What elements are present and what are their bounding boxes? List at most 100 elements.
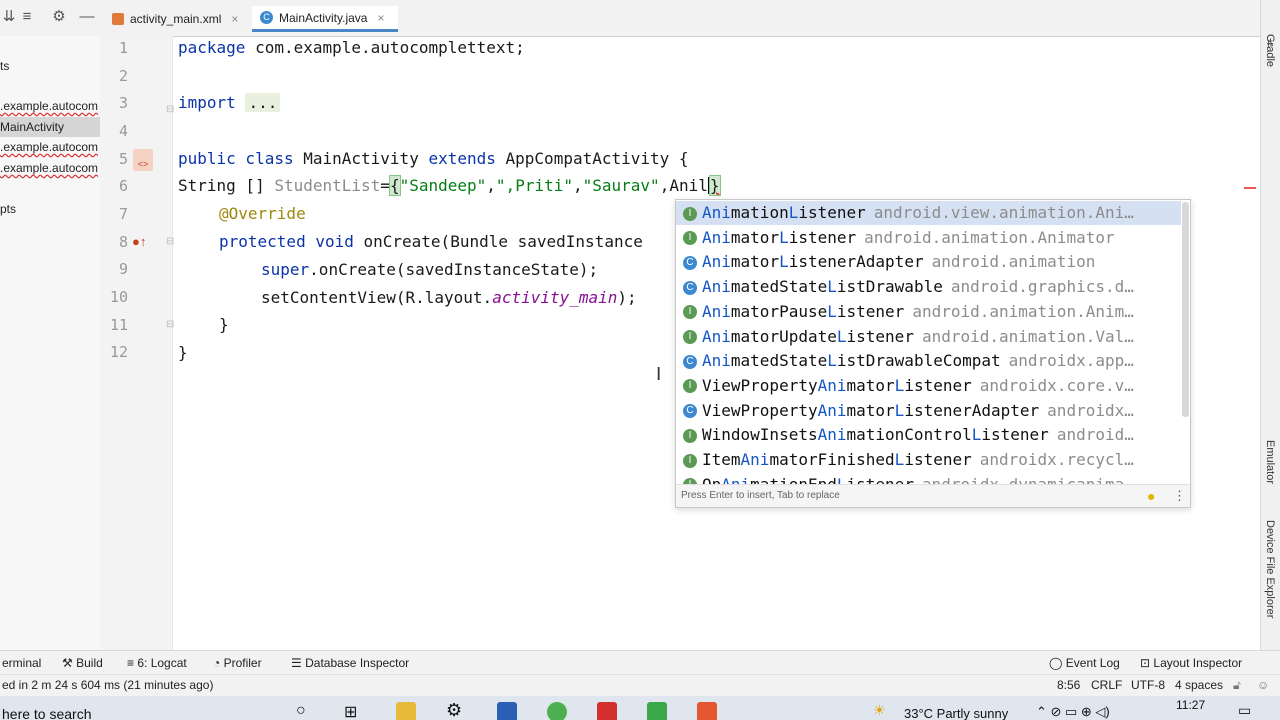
activity-layout-icon[interactable]: <>	[133, 149, 153, 171]
suggestion-package: android.animation.Anim…	[912, 301, 1134, 321]
suggestion-item[interactable]: C ViewPropertyAnimatorListenerAdapter andr…	[676, 399, 1181, 423]
more-options-icon[interactable]: ⋮	[1173, 485, 1186, 507]
name-part: matorFinished	[769, 450, 895, 469]
match-highlight: Ani	[702, 203, 731, 222]
suggestion-package: androidx.core.v…	[979, 375, 1134, 395]
notifications-icon[interactable]: ▭	[1238, 702, 1251, 719]
class-icon: C	[683, 255, 697, 270]
project-tree-item[interactable]: .example.autocom	[0, 96, 98, 116]
tool-window-emulator[interactable]: Emulator	[1264, 440, 1276, 484]
tool-window-database-inspector[interactable]: ☰ Database Inspector	[291, 656, 409, 670]
file-encoding[interactable]: UTF-8	[1131, 678, 1165, 692]
suggestion-item[interactable]: C AnimatedStateListDrawableCompat androidx…	[676, 349, 1181, 373]
suggestion-name: AnimatorUpdateListener	[702, 327, 914, 346]
chrome-icon[interactable]	[547, 702, 567, 720]
settings-gear-icon[interactable]: ⚙	[446, 700, 462, 720]
suggestion-item[interactable]: I AnimatorUpdateListener android.animation…	[676, 325, 1181, 349]
tool-window-gradle[interactable]: Gradle	[1264, 34, 1276, 67]
suggestion-item[interactable]: C AnimatedStateListDrawable android.graphi…	[676, 275, 1181, 299]
fold-marker-icon[interactable]: ⊟	[166, 319, 174, 330]
tool-window-event-log[interactable]: ◯ Event Log	[1049, 656, 1120, 670]
lightbulb-icon[interactable]: ●	[1147, 485, 1155, 507]
close-icon[interactable]: ×	[231, 12, 238, 26]
suggestion-item[interactable]: I AnimatorListener android.animation.Anima…	[676, 226, 1181, 250]
brace: }	[708, 175, 721, 196]
tab-activity-main-xml[interactable]: activity_main.xml ×	[104, 6, 250, 32]
task-view-icon[interactable]: ⊞	[344, 702, 357, 720]
suggestion-item[interactable]: I ViewPropertyAnimatorListener androidx.co…	[676, 374, 1181, 398]
pdf-reader-icon[interactable]	[597, 702, 617, 720]
app-icon[interactable]	[697, 702, 717, 720]
file-explorer-icon[interactable]	[396, 702, 416, 720]
tool-window-terminal[interactable]: erminal	[2, 656, 41, 670]
folded-imports[interactable]: ...	[245, 93, 281, 112]
indent-setting[interactable]: 4 spaces	[1175, 678, 1223, 692]
suggestion-item[interactable]: I WindowInsetsAnimationControlListener and…	[676, 423, 1181, 447]
tool-window-profiler[interactable]: ◔ Profiler	[213, 656, 262, 670]
suggestion-name: ViewPropertyAnimatorListener	[702, 376, 972, 395]
match-highlight: L	[894, 450, 905, 469]
suggestion-item[interactable]: I AnimationListener android.view.animation…	[676, 201, 1181, 225]
status-message[interactable]: ed in 2 m 24 s 604 ms (21 minutes ago)	[2, 678, 213, 692]
android-studio-icon[interactable]	[647, 702, 667, 720]
gear-icon[interactable]: ⚙	[50, 8, 68, 26]
inspector-icon[interactable]: ☺︎	[1257, 678, 1269, 692]
word-icon[interactable]	[497, 702, 517, 720]
fold-marker-icon[interactable]: ⊟	[166, 104, 174, 115]
collapse-all-icon[interactable]: ⇊	[0, 8, 18, 26]
suggestion-item[interactable]: C AnimatorListenerAdapter android.animatio…	[676, 250, 1181, 274]
tool-window-label: Database Inspector	[305, 656, 410, 670]
code-line-8: String [] StudentList={"Sandeep",",Priti…	[178, 175, 721, 196]
suggestion-item[interactable]: I AnimatorPauseListener android.animation.…	[676, 300, 1181, 324]
layout-inspector-icon: ⊡	[1140, 656, 1151, 670]
tool-window-build[interactable]: ⚒ Build	[62, 656, 103, 670]
name-part: mation	[730, 203, 789, 222]
line-number: 5	[118, 150, 128, 168]
override-method-icon[interactable]: ●↑	[132, 234, 146, 249]
tool-window-label: Event Log	[1065, 656, 1120, 670]
annotation: @Override	[219, 204, 306, 223]
project-tree-item-mainactivity[interactable]: MainActivity	[0, 117, 100, 137]
tool-window-layout-inspector[interactable]: ⊡ Layout Inspector	[1140, 656, 1242, 670]
clock-time[interactable]: 11:27	[1176, 698, 1205, 712]
suggestion-package: android.view.animation.Ani…	[873, 203, 1134, 222]
interface-icon: I	[683, 428, 697, 443]
fold-marker-icon[interactable]: ⊟	[166, 236, 174, 247]
filter-icon[interactable]: ≡	[18, 8, 36, 26]
match-highlight: L	[971, 425, 982, 445]
match-highlight: L	[788, 203, 799, 222]
suggestion-name: ItemAnimatorFinishedListener	[702, 450, 972, 469]
close-icon[interactable]: ×	[377, 11, 384, 25]
name-part: istDrawable	[836, 277, 943, 297]
system-tray-icons[interactable]: ⌃ ⊘ ▭ ⊕ ◁)	[1036, 704, 1110, 720]
suggestion-item[interactable]: I ItemAnimatorFinishedListener androidx.re…	[676, 448, 1181, 472]
project-tree-item[interactable]: ts	[0, 56, 9, 76]
tab-label: activity_main.xml	[130, 12, 222, 26]
line-number: 3	[118, 94, 128, 112]
code-line-1: package com.example.autocomplettext;	[178, 38, 525, 57]
suggestion-package: androidx.app…	[1008, 351, 1134, 371]
tool-window-logcat[interactable]: ≡ 6: Logcat	[127, 656, 187, 670]
tool-window-device-file-explorer[interactable]: Device File Explorer	[1264, 520, 1276, 618]
line-separator[interactable]: CRLF	[1091, 678, 1122, 692]
code-text: .onCreate(savedInstanceState);	[309, 260, 599, 279]
name-part: Item	[702, 450, 741, 469]
error-stripe-marker[interactable]	[1244, 187, 1256, 189]
lock-icon[interactable]: 🔓︎	[1233, 678, 1241, 693]
name-part: ViewProperty	[702, 400, 818, 420]
minimize-icon[interactable]: —	[78, 8, 96, 26]
name-part: WindowInsets	[702, 425, 818, 445]
taskbar-search-box[interactable]: here to search	[2, 706, 92, 720]
project-tree-item[interactable]: .example.autocom	[0, 158, 98, 178]
search-icon[interactable]: ○	[296, 702, 306, 720]
weather-text[interactable]: 33°C Partly sunny	[904, 706, 1008, 720]
name-part: istener	[836, 301, 905, 321]
caret-position[interactable]: 8:56	[1057, 678, 1080, 692]
project-tree-item[interactable]: pts	[0, 199, 16, 219]
suggestion-name: AnimatedStateListDrawableCompat	[702, 351, 1001, 370]
project-tree-item[interactable]: .example.autocom	[0, 137, 98, 157]
tab-mainactivity-java[interactable]: C MainActivity.java ×	[252, 6, 398, 32]
suggestion-name: AnimatorListenerAdapter	[702, 252, 924, 271]
popup-scrollbar[interactable]	[1182, 202, 1189, 417]
suggestion-package: androidx.recycl…	[979, 450, 1134, 469]
